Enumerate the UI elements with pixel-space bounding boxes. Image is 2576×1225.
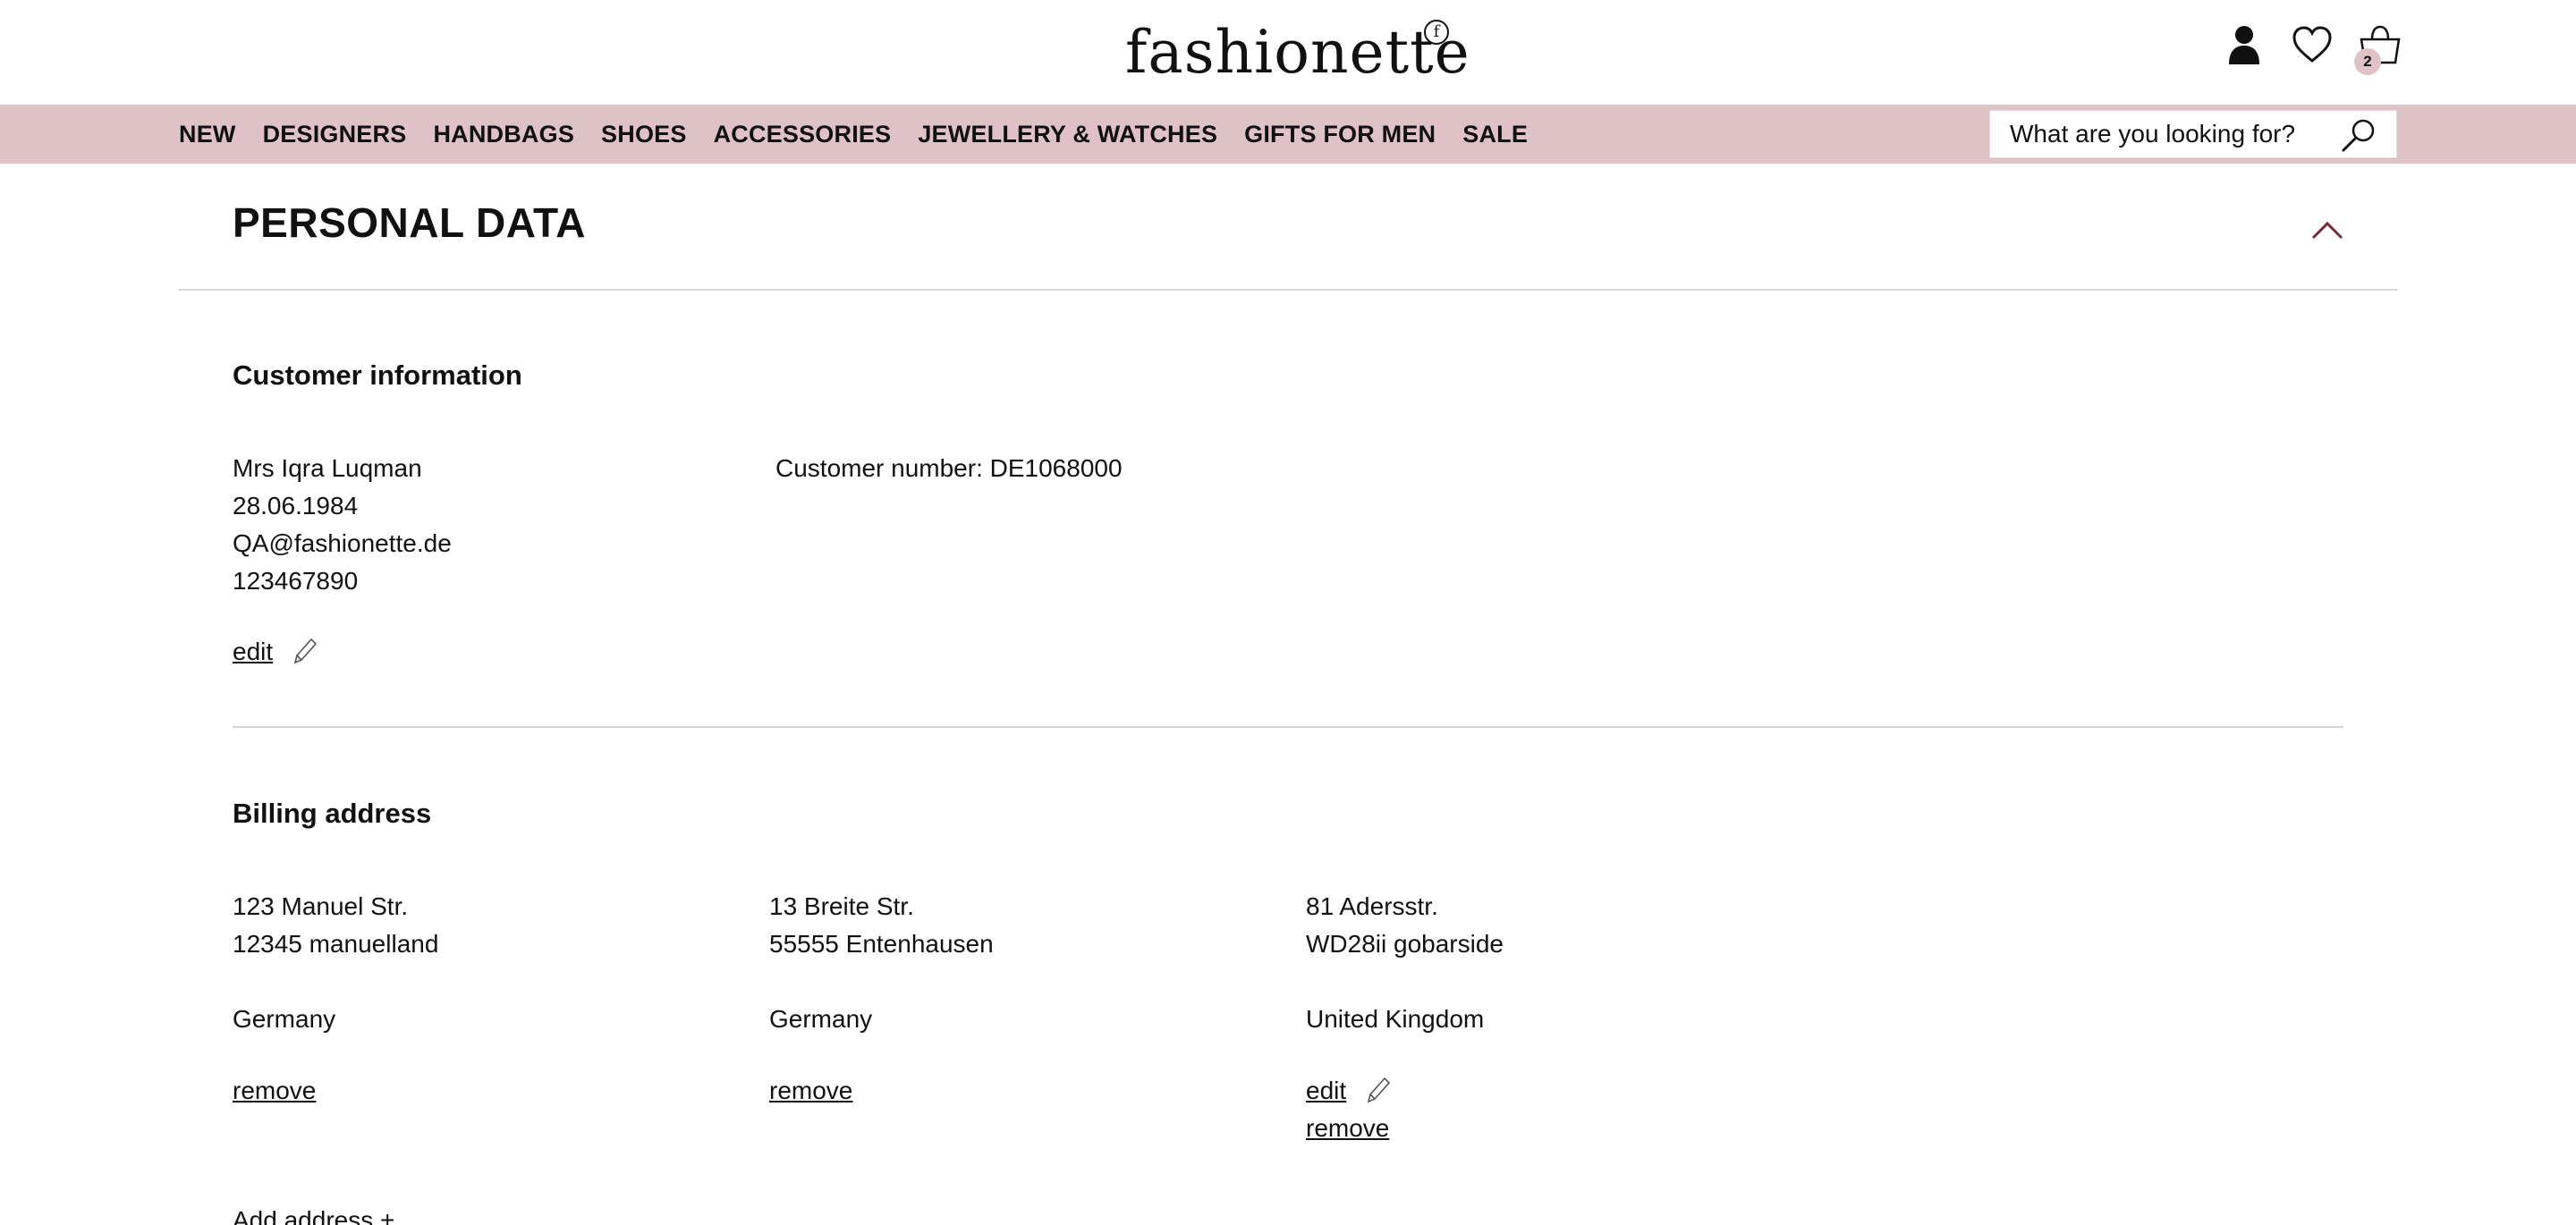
pencil-icon[interactable] — [1363, 1075, 1392, 1105]
address-3-street: 81 Adersstr. — [1306, 892, 1438, 920]
heart-icon[interactable] — [2290, 23, 2334, 70]
search-icon[interactable] — [2339, 116, 2378, 154]
customer-divider — [233, 726, 2343, 728]
site-header: fashionette f 2 — [0, 0, 2576, 105]
customer-info-heading: Customer information — [233, 359, 522, 391]
address-1-city: 12345 manuelland — [233, 930, 439, 958]
brand-logo-mark: f — [1424, 20, 1449, 45]
brand-logo[interactable]: fashionette — [1125, 13, 1470, 93]
address-3-edit-link[interactable]: edit — [1306, 1077, 1346, 1105]
address-3-remove-link[interactable]: remove — [1306, 1114, 1389, 1143]
address-2-remove-link[interactable]: remove — [769, 1077, 852, 1105]
address-3-city: WD28ii gobarside — [1306, 930, 1504, 958]
customer-name: Mrs Iqra Luqman — [233, 454, 422, 482]
nav-item-gifts-for-men[interactable]: GIFTS FOR MEN — [1244, 121, 1436, 148]
customer-birthdate: 28.06.1984 — [233, 492, 359, 520]
address-1-country: Germany — [233, 1005, 336, 1033]
nav-item-sale[interactable]: SALE — [1462, 121, 1528, 148]
address-1-remove-link[interactable]: remove — [233, 1077, 316, 1105]
cart-count-badge: 2 — [2354, 48, 2381, 75]
nav-item-handbags[interactable]: HANDBAGS — [433, 121, 574, 148]
search-input[interactable] — [2010, 111, 2332, 157]
customer-number: Customer number: DE1068000 — [775, 454, 1123, 482]
billing-address-heading: Billing address — [233, 798, 432, 829]
pencil-icon[interactable] — [290, 636, 318, 666]
nav-menu: NEW DESIGNERS HANDBAGS SHOES ACCESSORIES… — [179, 105, 1555, 164]
nav-item-jewellery-watches[interactable]: JEWELLERY & WATCHES — [918, 121, 1217, 148]
chevron-up-icon[interactable] — [2308, 215, 2347, 243]
address-1-street: 123 Manuel Str. — [233, 892, 409, 920]
address-2-country: Germany — [769, 1005, 873, 1033]
search-box — [1989, 110, 2397, 158]
add-address-link[interactable]: Add address + — [233, 1202, 394, 1225]
nav-item-shoes[interactable]: SHOES — [601, 121, 687, 148]
nav-item-designers[interactable]: DESIGNERS — [263, 121, 407, 148]
customer-email: QA@fashionette.de — [233, 529, 452, 557]
user-icon[interactable] — [2222, 23, 2267, 70]
section-divider — [179, 289, 2397, 291]
main-navigation: NEW DESIGNERS HANDBAGS SHOES ACCESSORIES… — [0, 105, 2576, 164]
page-title: PERSONAL DATA — [233, 199, 586, 246]
address-2-city: 55555 Entenhausen — [769, 930, 994, 958]
nav-item-accessories[interactable]: ACCESSORIES — [714, 121, 892, 148]
customer-phone: 123467890 — [233, 567, 359, 595]
edit-customer-link[interactable]: edit — [233, 638, 273, 666]
address-3-country: United Kingdom — [1306, 1005, 1485, 1033]
nav-item-new[interactable]: NEW — [179, 121, 236, 148]
address-2-street: 13 Breite Str. — [769, 892, 914, 920]
